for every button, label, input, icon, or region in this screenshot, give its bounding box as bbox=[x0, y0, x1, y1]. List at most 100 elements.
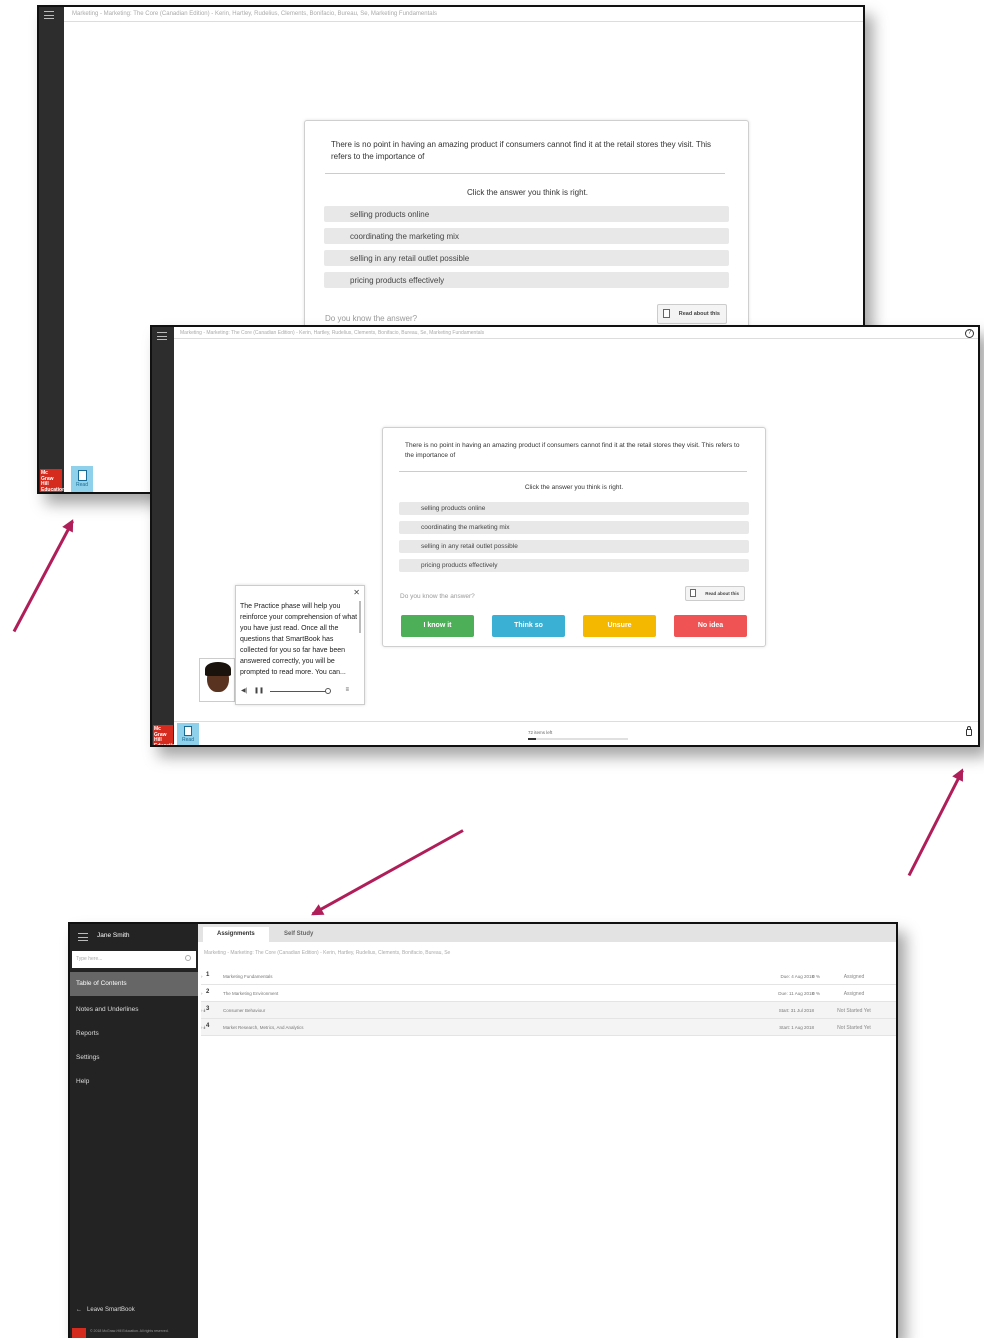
book-title: Marketing - Marketing: The Core (Canadia… bbox=[174, 327, 978, 339]
assignment-date: Start: 31 Jul 2018 bbox=[778, 1008, 814, 1013]
read-tab[interactable]: Read bbox=[177, 723, 199, 745]
sidebar-item-notes-and-underlines[interactable]: Notes and Underlines bbox=[70, 998, 198, 1022]
slider-handle[interactable] bbox=[325, 688, 331, 694]
read-about-button[interactable]: Read about this bbox=[685, 586, 745, 601]
confidence-button[interactable]: Unsure bbox=[583, 615, 656, 637]
left-rail bbox=[39, 7, 64, 492]
table-row[interactable]: 2 The Marketing Environment Due: 11 Aug 20… bbox=[201, 985, 896, 1002]
close-icon[interactable]: ✕ bbox=[353, 588, 360, 597]
answer-option[interactable]: coordinating the marketing mix bbox=[399, 521, 749, 534]
divider bbox=[399, 471, 747, 472]
tab-bar: Assignments Self Study bbox=[198, 924, 896, 942]
divider bbox=[325, 173, 725, 174]
row-action-icon[interactable]: ›↡ bbox=[201, 1008, 206, 1014]
book-title: Marketing - Marketing: The Core (Canadia… bbox=[64, 7, 863, 22]
do-you-know-label: Do you know the answer? bbox=[325, 314, 418, 323]
table-row[interactable]: 3 Consumer Behaviour Start: 31 Jul 2018 Not… bbox=[201, 1002, 896, 1019]
instruction-text: Click the answer you think is right. bbox=[467, 188, 588, 197]
screenshot-assignments-view: Jane Smith Type here... Table of Content… bbox=[68, 922, 898, 1338]
search-placeholder: Type here... bbox=[76, 956, 103, 962]
tutor-popup: ✕ The Practice phase will help you reinf… bbox=[235, 585, 365, 705]
left-rail bbox=[152, 327, 174, 745]
row-number: 2 bbox=[206, 989, 210, 995]
instruction-text: Click the answer you think is right. bbox=[524, 484, 624, 491]
tab-assignments[interactable]: Assignments bbox=[203, 927, 269, 942]
read-tab[interactable]: Read bbox=[71, 466, 93, 492]
confidence-button[interactable]: No idea bbox=[674, 615, 747, 637]
confidence-button[interactable]: I know it bbox=[401, 615, 474, 637]
read-about-button[interactable]: Read about this bbox=[657, 304, 727, 324]
copyright: © 2018 McGraw-Hill Education. All rights… bbox=[90, 1329, 169, 1333]
search-icon bbox=[185, 955, 191, 961]
answer-option[interactable]: selling in any retail outlet possible bbox=[399, 540, 749, 553]
leave-label: Leave SmartBook bbox=[87, 1307, 135, 1313]
menu-icon[interactable] bbox=[44, 11, 54, 19]
audio-slider[interactable] bbox=[270, 691, 330, 692]
question-text: There is no point in having an amazing p… bbox=[331, 140, 712, 161]
mcgraw-hill-logo: Mc Graw Hill Education bbox=[40, 469, 66, 493]
rewind-icon[interactable]: ◀︎| bbox=[241, 687, 247, 694]
document-icon bbox=[184, 726, 192, 736]
answer-option[interactable]: selling products online bbox=[324, 206, 729, 222]
menu-icon[interactable] bbox=[78, 933, 88, 941]
table-row[interactable]: 1 Marketing Fundamentals Due: 4 Aug 2018 0 … bbox=[201, 968, 896, 985]
progress-fill bbox=[528, 738, 536, 740]
sidebar: Jane Smith Type here... Table of Content… bbox=[70, 924, 198, 1338]
answer-option[interactable]: selling in any retail outlet possible bbox=[324, 250, 729, 266]
user-name: Jane Smith bbox=[97, 932, 130, 939]
row-action-icon[interactable]: ›↡ bbox=[201, 1025, 206, 1031]
scrollbar[interactable] bbox=[359, 601, 361, 633]
course-title: Marketing - Marketing: The Core (Canadia… bbox=[204, 950, 451, 956]
assignment-title: Consumer Behaviour bbox=[223, 1008, 266, 1013]
row-number: 3 bbox=[206, 1006, 210, 1012]
items-left-label: 72 items left bbox=[528, 730, 553, 735]
assignment-title: Marketing Fundamentals bbox=[223, 974, 273, 979]
read-about-label: Read about this bbox=[705, 591, 739, 596]
lock-icon[interactable] bbox=[966, 726, 972, 736]
assignment-date: Due: 11 Aug 2018 bbox=[778, 991, 814, 996]
document-icon bbox=[77, 470, 87, 481]
progress-track bbox=[528, 738, 628, 740]
tutor-avatar bbox=[199, 658, 235, 702]
bottom-bar bbox=[174, 721, 978, 745]
answer-option[interactable]: pricing products effectively bbox=[324, 272, 729, 288]
row-action-icon[interactable]: › bbox=[201, 974, 203, 979]
arrow-annotation bbox=[907, 769, 964, 877]
pause-icon[interactable]: ❚❚ bbox=[254, 687, 264, 694]
answer-option[interactable]: coordinating the marketing mix bbox=[324, 228, 729, 244]
leave-smartbook[interactable]: ← Leave SmartBook bbox=[76, 1307, 135, 1313]
question-text: There is no point in having an amazing p… bbox=[405, 442, 740, 459]
assignment-status: Not Started Yet bbox=[837, 1025, 871, 1031]
transcript-icon[interactable]: ≡ bbox=[345, 687, 349, 693]
assignment-status: Not Started Yet bbox=[837, 1008, 871, 1014]
menu-icon[interactable] bbox=[157, 332, 167, 340]
assignment-date: Due: 4 Aug 2018 bbox=[780, 974, 814, 979]
mcgraw-hill-logo: Mc Graw Hill Education bbox=[153, 725, 179, 747]
arrow-annotation bbox=[311, 829, 464, 916]
answer-option[interactable]: selling products online bbox=[399, 502, 749, 515]
row-action-icon[interactable]: › bbox=[201, 991, 203, 996]
assignment-title: Market Research, Metrics, And Analytics bbox=[223, 1025, 304, 1030]
row-number: 1 bbox=[206, 972, 210, 978]
assignment-percent: 0 % bbox=[812, 974, 820, 979]
document-icon bbox=[663, 309, 670, 318]
sidebar-item-table-of-contents[interactable]: Table of Contents bbox=[70, 972, 198, 996]
assignment-date: Start: 1 Aug 2018 bbox=[779, 1025, 814, 1030]
assignment-percent: 0 % bbox=[812, 991, 820, 996]
assignment-title: The Marketing Environment bbox=[223, 991, 279, 996]
confidence-button[interactable]: Think so bbox=[492, 615, 565, 637]
assignment-status: Assigned bbox=[843, 974, 865, 980]
row-number: 4 bbox=[206, 1023, 210, 1029]
table-row[interactable]: 4 Market Research, Metrics, And Analytics… bbox=[201, 1019, 896, 1036]
document-icon bbox=[690, 589, 696, 597]
sidebar-item-settings[interactable]: Settings bbox=[70, 1046, 198, 1070]
sidebar-item-help[interactable]: Help bbox=[70, 1070, 198, 1094]
tab-self-study[interactable]: Self Study bbox=[270, 927, 327, 942]
help-icon[interactable]: ? bbox=[965, 329, 974, 338]
answer-option[interactable]: pricing products effectively bbox=[399, 559, 749, 572]
avatar-hair bbox=[205, 662, 231, 676]
search-field[interactable]: Type here... bbox=[72, 951, 196, 968]
sidebar-item-reports[interactable]: Reports bbox=[70, 1022, 198, 1046]
audio-controls: ◀︎| ❚❚ ≡ bbox=[241, 687, 361, 697]
question-card: There is no point in having an amazing p… bbox=[382, 427, 766, 647]
